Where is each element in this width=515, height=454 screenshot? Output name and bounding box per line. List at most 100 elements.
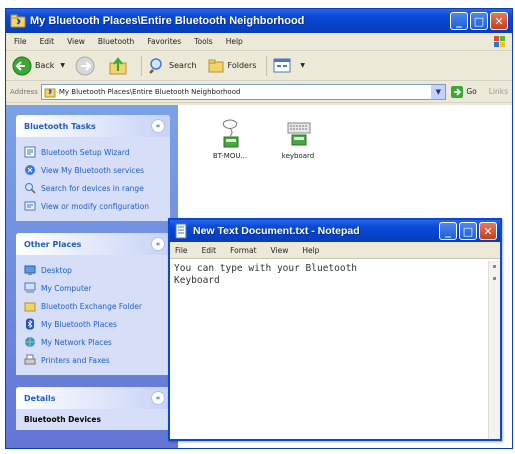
menu-format[interactable]: Format bbox=[230, 246, 256, 255]
menu-bluetooth[interactable]: Bluetooth bbox=[98, 37, 134, 46]
computer-icon bbox=[24, 282, 36, 293]
bluetooth-tasks-list: Bluetooth Setup Wizard View My Bluetooth… bbox=[16, 137, 170, 221]
bluetooth-tasks-header[interactable]: Bluetooth Tasks « bbox=[16, 115, 170, 137]
services-icon bbox=[25, 165, 35, 175]
close-button[interactable]: ✕ bbox=[479, 222, 497, 240]
collapse-icon[interactable]: « bbox=[151, 391, 165, 405]
task-label: View or modify configuration bbox=[41, 201, 150, 211]
chevron-down-icon[interactable]: ▼ bbox=[300, 62, 305, 69]
other-places-title: Other Places bbox=[24, 239, 82, 249]
folder-icon bbox=[24, 302, 36, 312]
bluetooth-tasks-title: Bluetooth Tasks bbox=[24, 121, 96, 131]
go-arrow-icon bbox=[451, 85, 464, 98]
folders-icon bbox=[208, 59, 224, 72]
views-button[interactable]: ▼ bbox=[273, 57, 305, 75]
bluetooth-mouse-icon bbox=[222, 119, 239, 148]
task-setup-wizard[interactable]: Bluetooth Setup Wizard bbox=[24, 143, 164, 161]
scroll-marker bbox=[493, 277, 496, 280]
search-label: Search bbox=[169, 61, 197, 70]
task-view-services[interactable]: View My Bluetooth services bbox=[24, 161, 164, 179]
close-button[interactable]: ✕ bbox=[490, 12, 508, 30]
other-places-header[interactable]: Other Places « bbox=[16, 233, 170, 255]
maximize-button[interactable]: □ bbox=[470, 12, 488, 30]
back-button[interactable]: Back ▼ bbox=[12, 56, 65, 76]
menu-favorites[interactable]: Favorites bbox=[147, 37, 181, 46]
up-folder-button[interactable] bbox=[108, 56, 131, 76]
place-desktop[interactable]: Desktop bbox=[24, 261, 164, 279]
desktop-icon bbox=[24, 265, 36, 275]
printer-icon bbox=[24, 354, 36, 365]
explorer-title-bar[interactable]: My Bluetooth Places\Entire Bluetooth Nei… bbox=[6, 9, 512, 33]
bluetooth-folder-icon bbox=[44, 88, 56, 97]
notepad-text-area[interactable]: You can type with your Bluetooth Keyboar… bbox=[170, 261, 488, 439]
menu-view[interactable]: View bbox=[271, 246, 289, 255]
menu-help[interactable]: Help bbox=[226, 37, 243, 46]
place-label: My Bluetooth Places bbox=[41, 319, 117, 329]
place-label: Desktop bbox=[41, 265, 72, 275]
notepad-title-bar[interactable]: New Text Document.txt - Notepad _ □ ✕ bbox=[170, 220, 500, 242]
scroll-marker bbox=[493, 265, 496, 268]
place-exchange-folder[interactable]: Bluetooth Exchange Folder bbox=[24, 297, 164, 315]
place-label: Printers and Faxes bbox=[41, 355, 110, 365]
vertical-scrollbar[interactable] bbox=[488, 261, 500, 439]
window-title: My Bluetooth Places\Entire Bluetooth Nei… bbox=[30, 15, 305, 27]
bluetooth-keyboard-icon bbox=[287, 122, 311, 146]
views-icon bbox=[273, 58, 291, 72]
collapse-icon[interactable]: « bbox=[151, 237, 165, 251]
chevron-down-icon[interactable]: ▼ bbox=[431, 84, 446, 99]
back-label: Back bbox=[35, 61, 55, 70]
notepad-icon bbox=[175, 223, 187, 239]
menu-view[interactable]: View bbox=[67, 37, 85, 46]
forward-button[interactable] bbox=[75, 56, 98, 76]
task-label: View My Bluetooth services bbox=[41, 165, 145, 175]
toolbar-separator bbox=[141, 55, 143, 76]
address-input[interactable]: My Bluetooth Places\Entire Bluetooth Nei… bbox=[40, 83, 447, 100]
place-label: Bluetooth Exchange Folder bbox=[41, 301, 143, 311]
address-value: My Bluetooth Places\Entire Bluetooth Nei… bbox=[58, 87, 241, 96]
menu-edit[interactable]: Edit bbox=[202, 246, 217, 255]
menu-help[interactable]: Help bbox=[302, 246, 319, 255]
network-icon bbox=[25, 337, 35, 347]
minimize-button[interactable]: _ bbox=[450, 12, 468, 30]
collapse-icon[interactable]: « bbox=[151, 119, 165, 133]
folders-button[interactable]: Folders bbox=[207, 57, 257, 75]
forward-arrow-icon bbox=[75, 56, 95, 75]
menu-file[interactable]: File bbox=[175, 246, 188, 255]
chevron-down-icon[interactable]: ▼ bbox=[60, 62, 65, 69]
menu-edit[interactable]: Edit bbox=[40, 37, 55, 46]
place-my-bluetooth-places[interactable]: My Bluetooth Places bbox=[24, 315, 164, 333]
details-header[interactable]: Details « bbox=[16, 387, 170, 409]
place-printers-faxes[interactable]: Printers and Faxes bbox=[24, 351, 164, 369]
details-subtitle: Bluetooth Devices bbox=[24, 415, 101, 424]
links-label[interactable]: Links bbox=[489, 87, 508, 96]
go-button[interactable]: Go bbox=[450, 85, 477, 99]
device-label: BT-MOU... bbox=[212, 152, 248, 160]
menu-file[interactable]: File bbox=[14, 37, 27, 46]
other-places-list: Desktop My Computer Bluetooth Exchange F… bbox=[16, 255, 170, 375]
task-label: Search for devices in range bbox=[41, 183, 144, 193]
other-places-panel: Other Places « Desktop My Computer Bluet… bbox=[16, 233, 170, 375]
details-panel: Details « Bluetooth Devices bbox=[16, 387, 170, 430]
go-label: Go bbox=[466, 87, 477, 96]
folders-label: Folders bbox=[227, 61, 257, 70]
address-label: Address bbox=[10, 87, 38, 96]
place-my-computer[interactable]: My Computer bbox=[24, 279, 164, 297]
search-icon bbox=[25, 183, 36, 194]
wizard-icon bbox=[24, 146, 36, 158]
place-my-network-places[interactable]: My Network Places bbox=[24, 333, 164, 351]
task-search-devices[interactable]: Search for devices in range bbox=[24, 179, 164, 197]
task-modify-config[interactable]: View or modify configuration bbox=[24, 197, 164, 215]
device-label: keyboard bbox=[281, 152, 315, 160]
place-label: My Computer bbox=[41, 283, 92, 293]
bluetooth-tasks-panel: Bluetooth Tasks « Bluetooth Setup Wizard… bbox=[16, 115, 170, 221]
toolbar: Back ▼ Search Folders ▼ bbox=[6, 51, 512, 81]
device-item-keyboard[interactable]: keyboard bbox=[268, 121, 328, 160]
menu-tools[interactable]: Tools bbox=[194, 37, 212, 46]
place-label: My Network Places bbox=[41, 337, 112, 347]
maximize-button[interactable]: □ bbox=[459, 222, 477, 240]
search-button[interactable]: Search bbox=[148, 57, 197, 75]
menu-bar: File Edit View Bluetooth Favorites Tools… bbox=[6, 33, 512, 51]
device-item-mouse[interactable]: BT-MOU... bbox=[200, 119, 260, 160]
up-folder-icon bbox=[109, 56, 127, 74]
minimize-button[interactable]: _ bbox=[439, 222, 457, 240]
